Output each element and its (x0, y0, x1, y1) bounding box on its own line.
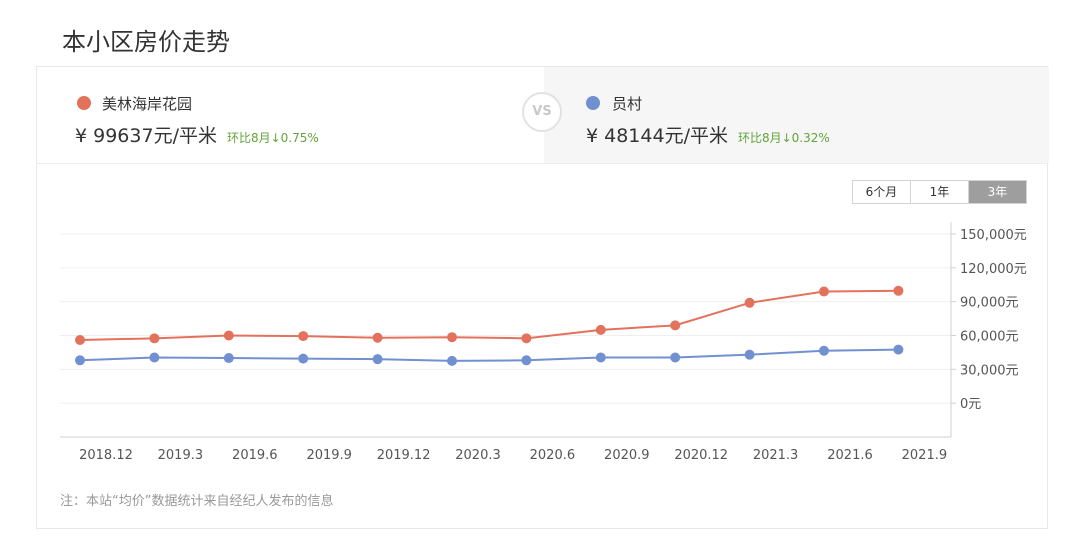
data-point (670, 352, 681, 363)
data-point (521, 355, 532, 366)
data-point (595, 324, 606, 335)
data-point (149, 352, 160, 363)
x-tick-label: 2020.9 (604, 448, 650, 463)
data-point (893, 344, 904, 355)
x-tick-label: 2019.12 (377, 448, 431, 463)
x-tick-label: 2021.9 (902, 448, 948, 463)
data-point (372, 354, 383, 365)
data-point (298, 331, 309, 342)
data-point (670, 320, 681, 331)
x-tick-label: 2020.3 (455, 448, 501, 463)
x-tick-label: 2021.3 (753, 448, 799, 463)
data-point (893, 285, 904, 296)
data-point (75, 355, 85, 366)
y-tick-label: 0元 (960, 397, 981, 412)
data-point (819, 286, 829, 297)
series-line-2 (79, 348, 899, 362)
y-tick-label: 120,000元 (960, 262, 1027, 277)
data-point (223, 353, 234, 364)
data-point (744, 349, 755, 360)
data-point (75, 335, 85, 346)
data-point (298, 353, 309, 364)
y-tick-label: 90,000元 (960, 296, 1019, 311)
series-line-1 (79, 289, 899, 342)
x-tick-label: 2021.6 (827, 448, 873, 463)
price-trend-chart: 150,000元 120,000元 90,000元 60,000元 30,000元 0元 2… (60, 222, 1027, 463)
data-point (447, 332, 457, 343)
data-point (521, 333, 532, 344)
data-point (744, 297, 755, 308)
data-point (223, 330, 234, 341)
x-tick-label: 2018.12 (79, 448, 133, 463)
y-tick-label: 30,000元 (960, 363, 1019, 378)
x-tick-label: 2020.12 (674, 448, 728, 463)
x-tick-label: 2019.3 (158, 448, 204, 463)
data-point (595, 352, 606, 363)
y-tick-label: 60,000元 (960, 330, 1019, 345)
x-tick-label: 2019.6 (232, 448, 278, 463)
data-point (149, 333, 160, 344)
x-tick-label: 2020.6 (530, 448, 576, 463)
x-tick-label: 2019.9 (306, 448, 352, 463)
data-point (819, 345, 829, 356)
data-point (372, 332, 383, 343)
y-tick-label: 150,000元 (960, 228, 1027, 243)
data-point (447, 355, 457, 366)
